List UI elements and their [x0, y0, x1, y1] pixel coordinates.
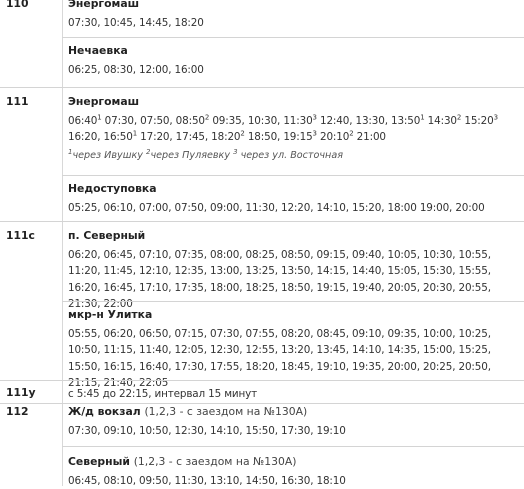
- row-divider: [62, 446, 524, 447]
- departure-times: 06:401 07:30, 07:50, 08:502 09:35, 10:30…: [68, 113, 498, 144]
- stop-name: Недоступовка: [68, 182, 157, 195]
- stop-name: Ж/д вокзал (1,2,3 - с заездом на №130А): [68, 405, 518, 419]
- stop-name: п. Северный: [68, 229, 146, 242]
- stop-name-text: Северный: [68, 455, 130, 468]
- row-divider: [62, 301, 524, 302]
- stop-block: Энергомаш 07:30, 10:45, 14:45, 18:20: [68, 0, 518, 31]
- stop-block: Нечаевка 06:25, 08:30, 12:00, 16:00: [68, 44, 518, 78]
- departure-times: 05:25, 06:10, 07:00, 07:50, 09:00, 11:30…: [68, 202, 485, 214]
- route-number: 110: [6, 0, 29, 10]
- route-divider: [0, 221, 524, 222]
- stop-name-text: Ж/д вокзал: [68, 405, 141, 418]
- stop-block: Энергомаш 06:401 07:30, 07:50, 08:502 09…: [68, 95, 518, 163]
- row-divider: [62, 37, 524, 38]
- departure-times: 05:55, 06:20, 06:50, 07:15, 07:30, 07:55…: [68, 328, 491, 389]
- route-number: 111у: [6, 386, 36, 399]
- stop-note: (1,2,3 - с заездом на №130А): [133, 455, 297, 468]
- departure-times: 06:45, 08:10, 09:50, 11:30, 13:10, 14:50…: [68, 475, 346, 487]
- stop-name: Энергомаш: [68, 0, 140, 10]
- interval-info: с 5:45 до 22:15, интервал 15 минут: [68, 388, 258, 400]
- departure-times: 06:25, 08:30, 12:00, 16:00: [68, 64, 204, 76]
- stop-block: Недоступовка 05:25, 06:10, 07:00, 07:50,…: [68, 182, 518, 216]
- departure-times: 06:20, 06:45, 07:10, 07:35, 08:00, 08:25…: [68, 249, 491, 310]
- stop-name: Северный (1,2,3 - с заездом на №130А): [68, 455, 518, 469]
- route-footnote: 1через Ивушку 2через Пуляевку 3 через ул…: [68, 147, 343, 161]
- stop-block: Ж/д вокзал (1,2,3 - с заездом на №130А) …: [68, 405, 518, 439]
- column-divider: [62, 0, 63, 486]
- stop-block: Северный (1,2,3 - с заездом на №130А) 06…: [68, 455, 518, 489]
- route-divider: [0, 380, 524, 381]
- stop-name: Нечаевка: [68, 44, 128, 57]
- stop-name: Энергомаш: [68, 95, 140, 108]
- route-number: 112: [6, 405, 29, 418]
- row-divider: [62, 175, 524, 176]
- route-divider: [0, 403, 524, 404]
- departure-times: 07:30, 10:45, 14:45, 18:20: [68, 17, 204, 29]
- stop-block: мкр-н Улитка 05:55, 06:20, 06:50, 07:15,…: [68, 308, 518, 391]
- departure-times: 07:30, 09:10, 10:50, 12:30, 14:10, 15:50…: [68, 425, 346, 437]
- stop-note: (1,2,3 - с заездом на №130А): [144, 405, 308, 418]
- stop-block: п. Северный 06:20, 06:45, 07:10, 07:35, …: [68, 229, 518, 312]
- route-divider: [0, 87, 524, 88]
- stop-block: с 5:45 до 22:15, интервал 15 минут: [68, 386, 518, 402]
- stop-name: мкр-н Улитка: [68, 308, 153, 321]
- route-number: 111с: [6, 229, 35, 242]
- route-number: 111: [6, 95, 29, 108]
